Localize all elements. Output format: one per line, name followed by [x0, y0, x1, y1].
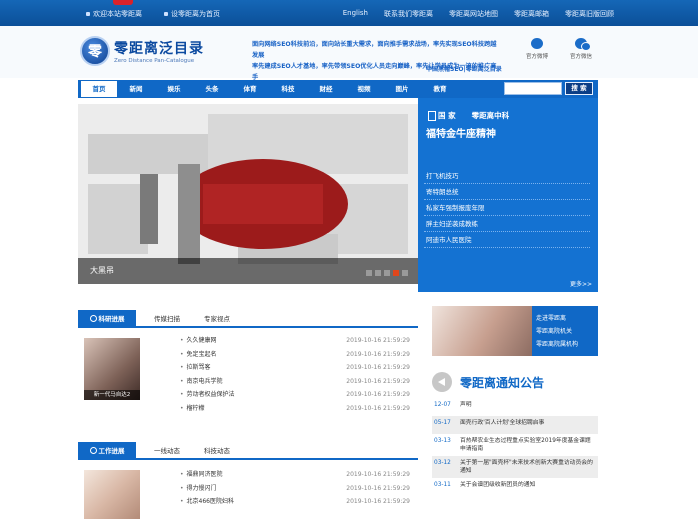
notice-item[interactable]: 03-13 百热帮农业生态过程重点实验室2019年度基金课题申请指南	[432, 434, 598, 456]
nav-tab-video[interactable]: 视频	[345, 80, 383, 98]
banner-dot[interactable]	[384, 270, 390, 276]
nav-tab-sports[interactable]: 体育	[231, 80, 269, 98]
nav-tab-home[interactable]: 首页	[81, 81, 117, 97]
list-item[interactable]: 北京466医院妇科2019-10-16 21:59:29	[180, 495, 410, 509]
section-work-tabs: 工作进展 一线动态 科技动态	[78, 442, 418, 460]
site-logo[interactable]: 零 零距离泛目录 Zero Distance Pan-Catalogue	[80, 36, 204, 66]
panel-item[interactable]: 胖主妇逆袭成教练	[424, 216, 590, 232]
nav-tab-news[interactable]: 新闻	[117, 80, 155, 98]
seo-banner-image	[78, 104, 418, 284]
panel-item[interactable]: 打飞机技巧	[424, 168, 590, 184]
notice-list: 12-07 声明 05-17 面壳行政'百人计划'全球招聘启事 03-13 百热帮农业…	[432, 398, 598, 496]
banner-dot-active[interactable]	[393, 270, 399, 276]
panel-item[interactable]: 寄特朗总统	[424, 184, 590, 200]
slogan: 面向网络SEO科技前沿，面向站长重大需求，面向推手需求战场，率先实现SEO科技跨…	[252, 41, 502, 81]
list-item[interactable]: 榴柠檬2019-10-16 21:59:29	[180, 402, 410, 416]
side-photo[interactable]	[432, 306, 532, 356]
tab-media-scan[interactable]: 传媒扫描	[154, 310, 180, 328]
weibo-icon	[531, 38, 543, 49]
panel-tab-country[interactable]: 国 家	[428, 110, 456, 121]
thumbnail-caption: 新一代马自达2	[84, 390, 140, 400]
notice-title: 零距离通知公告	[460, 375, 545, 390]
tab-frontline[interactable]: 一线动态	[154, 442, 180, 460]
list-item[interactable]: 得力慢闪门2019-10-16 21:59:29	[180, 482, 410, 496]
side-link-institution[interactable]: 零距离院机关	[536, 325, 594, 338]
home-icon	[86, 12, 90, 16]
nav-tab-tech[interactable]: 科技	[269, 80, 307, 98]
red-badge	[113, 0, 133, 5]
wechat-icon	[575, 38, 592, 51]
mail-link[interactable]: 零距离邮箱	[514, 9, 549, 19]
set-homepage-link[interactable]: 设零距离为首页	[164, 9, 220, 19]
nav-tab-images[interactable]: 图片	[383, 80, 421, 98]
search-button[interactable]: 搜 索	[565, 82, 593, 95]
logo-title: 零距离泛目录	[114, 41, 204, 57]
work-news-list: 福鼎同济医院2019-10-16 21:59:29 得力慢闪门2019-10-1…	[180, 468, 410, 509]
social-links: 官方微博 官方微信	[526, 38, 592, 60]
speaker-icon	[432, 372, 452, 392]
sitemap-link[interactable]: 零距离网站地图	[449, 9, 498, 19]
welcome-link[interactable]: 欢迎本站零距离	[86, 9, 142, 19]
notice-item[interactable]: 03-12 关于第一届"面壳杯"未来技术创新大赛重访动员会的通知	[432, 456, 598, 478]
more-link[interactable]: 更多>>	[570, 279, 592, 288]
banner-dot[interactable]	[366, 270, 372, 276]
panel-headline[interactable]: 福特金牛座精神	[426, 128, 496, 142]
side-link-about[interactable]: 走进零距离	[536, 312, 594, 325]
side-link-affiliates[interactable]: 零距离院属机构	[536, 338, 594, 351]
slogan-sub: 中国黑帽SEO|零距离泛目录	[426, 66, 502, 73]
nav-tab-entertainment[interactable]: 娱乐	[155, 80, 193, 98]
tab-expert-view[interactable]: 专家视点	[204, 310, 230, 328]
side-links: 走进零距离 零距离院机关 零距离院属机构	[532, 306, 598, 356]
list-item[interactable]: 免定宝起名2019-10-16 21:59:29	[180, 348, 410, 362]
logo-subtitle: Zero Distance Pan-Catalogue	[114, 58, 195, 64]
notice-item[interactable]: 05-17 面壳行政'百人计划'全球招聘启事	[432, 416, 598, 434]
banner-dot[interactable]	[402, 270, 408, 276]
panel-item[interactable]: 阿迪市人民医院	[424, 232, 590, 248]
banner-slideshow[interactable]: 大黑吊	[78, 104, 418, 284]
logo-mark-icon: 零	[80, 36, 110, 66]
panel-tab-zd[interactable]: 零距离中科	[472, 110, 510, 121]
section-research-tabs: 科研进展 传媒扫描 专家视点	[78, 310, 418, 328]
tab-tech-news[interactable]: 科技动态	[204, 442, 230, 460]
nav-tab-finance[interactable]: 财经	[307, 80, 345, 98]
work-icon	[89, 447, 97, 454]
main-nav: 首页 新闻 娱乐 头条 体育 科技 财经 视频 图片 教育 搜 索	[78, 80, 598, 98]
wechat-link[interactable]: 官方微信	[570, 38, 592, 60]
search-input[interactable]	[504, 82, 562, 95]
tab-work-progress[interactable]: 工作进展	[78, 442, 136, 460]
old-version-link[interactable]: 零距离旧版回顾	[565, 9, 614, 19]
english-link[interactable]: English	[343, 9, 368, 19]
headline-panel: 国 家 零距离中科 福特金牛座精神 打飞机技巧 寄特朗总统 私家车强制报废年限 …	[418, 98, 598, 292]
list-item[interactable]: 拉斯骂客2019-10-16 21:59:29	[180, 361, 410, 375]
bookmark-icon	[164, 12, 168, 16]
list-item[interactable]: 劳动者权益保护法2019-10-16 21:59:29	[180, 388, 410, 402]
weibo-link[interactable]: 官方微博	[526, 38, 548, 60]
list-item[interactable]: 福鼎同济医院2019-10-16 21:59:29	[180, 468, 410, 482]
panel-item[interactable]: 私家车强制报废年限	[424, 200, 590, 216]
banner-dots	[366, 270, 408, 276]
news-thumbnail[interactable]: 新一代马自达2	[84, 338, 140, 400]
news-thumbnail-2[interactable]	[84, 470, 140, 519]
list-item[interactable]: 南京电兵学院2019-10-16 21:59:29	[180, 375, 410, 389]
notice-item[interactable]: 12-07 声明	[432, 398, 598, 416]
top-bar: 欢迎本站零距离 设零距离为首页 English 联系我们零距离 零距离网站地图 …	[0, 0, 698, 26]
contact-link[interactable]: 联系我们零距离	[384, 9, 433, 19]
tab-research-progress[interactable]: 科研进展	[78, 310, 136, 328]
research-icon	[89, 315, 97, 322]
site-header: 零 零距离泛目录 Zero Distance Pan-Catalogue 面向网…	[0, 26, 698, 81]
notice-header: 零距离通知公告	[432, 372, 544, 392]
notice-item[interactable]: 03-11 关于会谱团级收新团员的通知	[432, 478, 598, 496]
list-item[interactable]: 久久健康网2019-10-16 21:59:29	[180, 334, 410, 348]
nav-tab-headlines[interactable]: 头条	[193, 80, 231, 98]
nav-tab-education[interactable]: 教育	[421, 80, 459, 98]
research-news-list: 久久健康网2019-10-16 21:59:29 免定宝起名2019-10-16…	[180, 334, 410, 415]
flag-icon	[428, 111, 436, 121]
banner-dot[interactable]	[375, 270, 381, 276]
